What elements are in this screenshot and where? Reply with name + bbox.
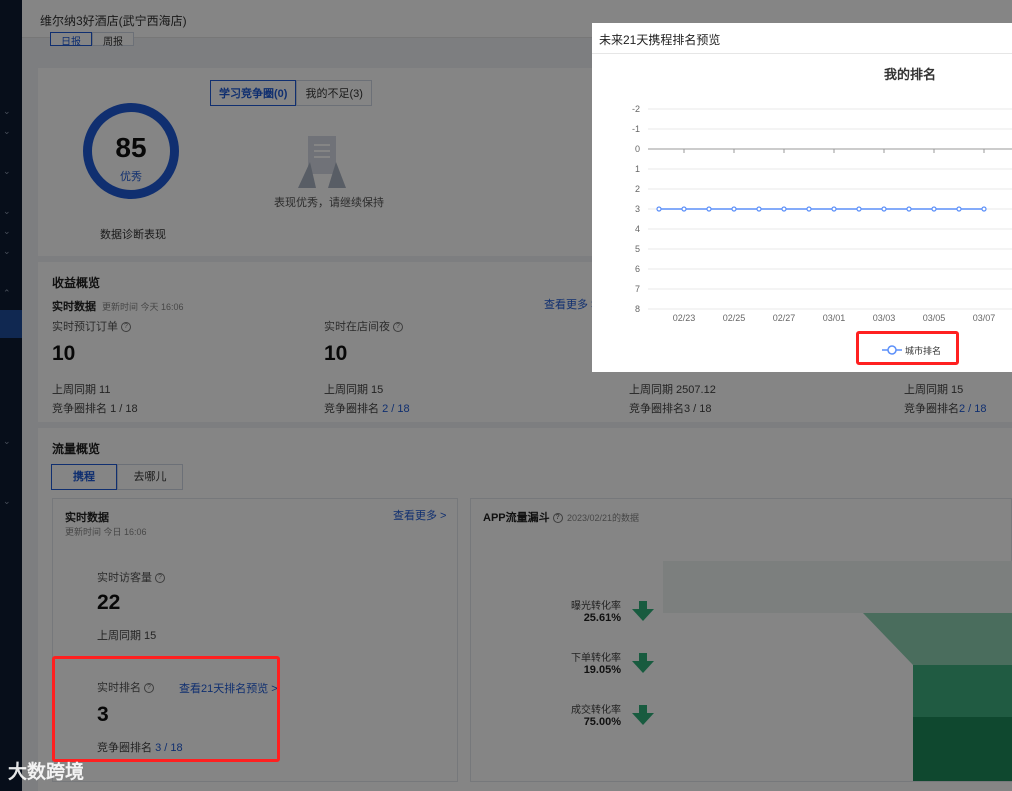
x-tick-label: 03/03 xyxy=(873,313,896,323)
data-point xyxy=(706,206,712,212)
modal-title: 未来21天携程排名预览 xyxy=(599,33,721,47)
x-tick-label: 02/27 xyxy=(773,313,796,323)
rank-preview-modal: 未来21天携程排名预览 我的排名 -2 -1 0 1 2 3 4 5 6 7 8 02/23 02/2… xyxy=(592,23,1012,372)
y-tick-label: 3 xyxy=(635,204,640,214)
x-tick-label: 02/23 xyxy=(673,313,696,323)
legend-highlight-box xyxy=(856,331,959,365)
chart-title: 我的排名 xyxy=(884,67,936,82)
y-tick-label: 0 xyxy=(635,144,640,154)
data-point xyxy=(756,206,762,212)
x-tick-label: 02/25 xyxy=(723,313,746,323)
y-tick-label: 6 xyxy=(635,264,640,274)
rank-highlight-box xyxy=(52,656,280,762)
y-tick-label: 1 xyxy=(635,164,640,174)
data-point xyxy=(856,206,862,212)
y-tick-label: 7 xyxy=(635,284,640,294)
y-tick-label: -2 xyxy=(632,104,640,114)
x-tick-label: 03/05 xyxy=(923,313,946,323)
x-tick-label: 03/07 xyxy=(973,313,996,323)
data-point xyxy=(681,206,687,212)
x-tick-label: 03/01 xyxy=(823,313,846,323)
data-point xyxy=(956,206,962,212)
data-point xyxy=(981,206,987,212)
data-point xyxy=(781,206,787,212)
data-point xyxy=(656,206,662,212)
y-tick-label: 5 xyxy=(635,244,640,254)
data-point xyxy=(881,206,887,212)
data-point xyxy=(931,206,937,212)
data-point xyxy=(831,206,837,212)
data-point xyxy=(906,206,912,212)
y-tick-label: 8 xyxy=(635,304,640,314)
data-point xyxy=(806,206,812,212)
data-point xyxy=(731,206,737,212)
rank-chart: 我的排名 -2 -1 0 1 2 3 4 5 6 7 8 02/23 02/25 02/27 03/01 0… xyxy=(632,67,1012,356)
y-tick-label: 4 xyxy=(635,224,640,234)
y-tick-label: 2 xyxy=(635,184,640,194)
watermark: 大数跨境 xyxy=(8,762,85,783)
y-tick-label: -1 xyxy=(632,124,640,134)
